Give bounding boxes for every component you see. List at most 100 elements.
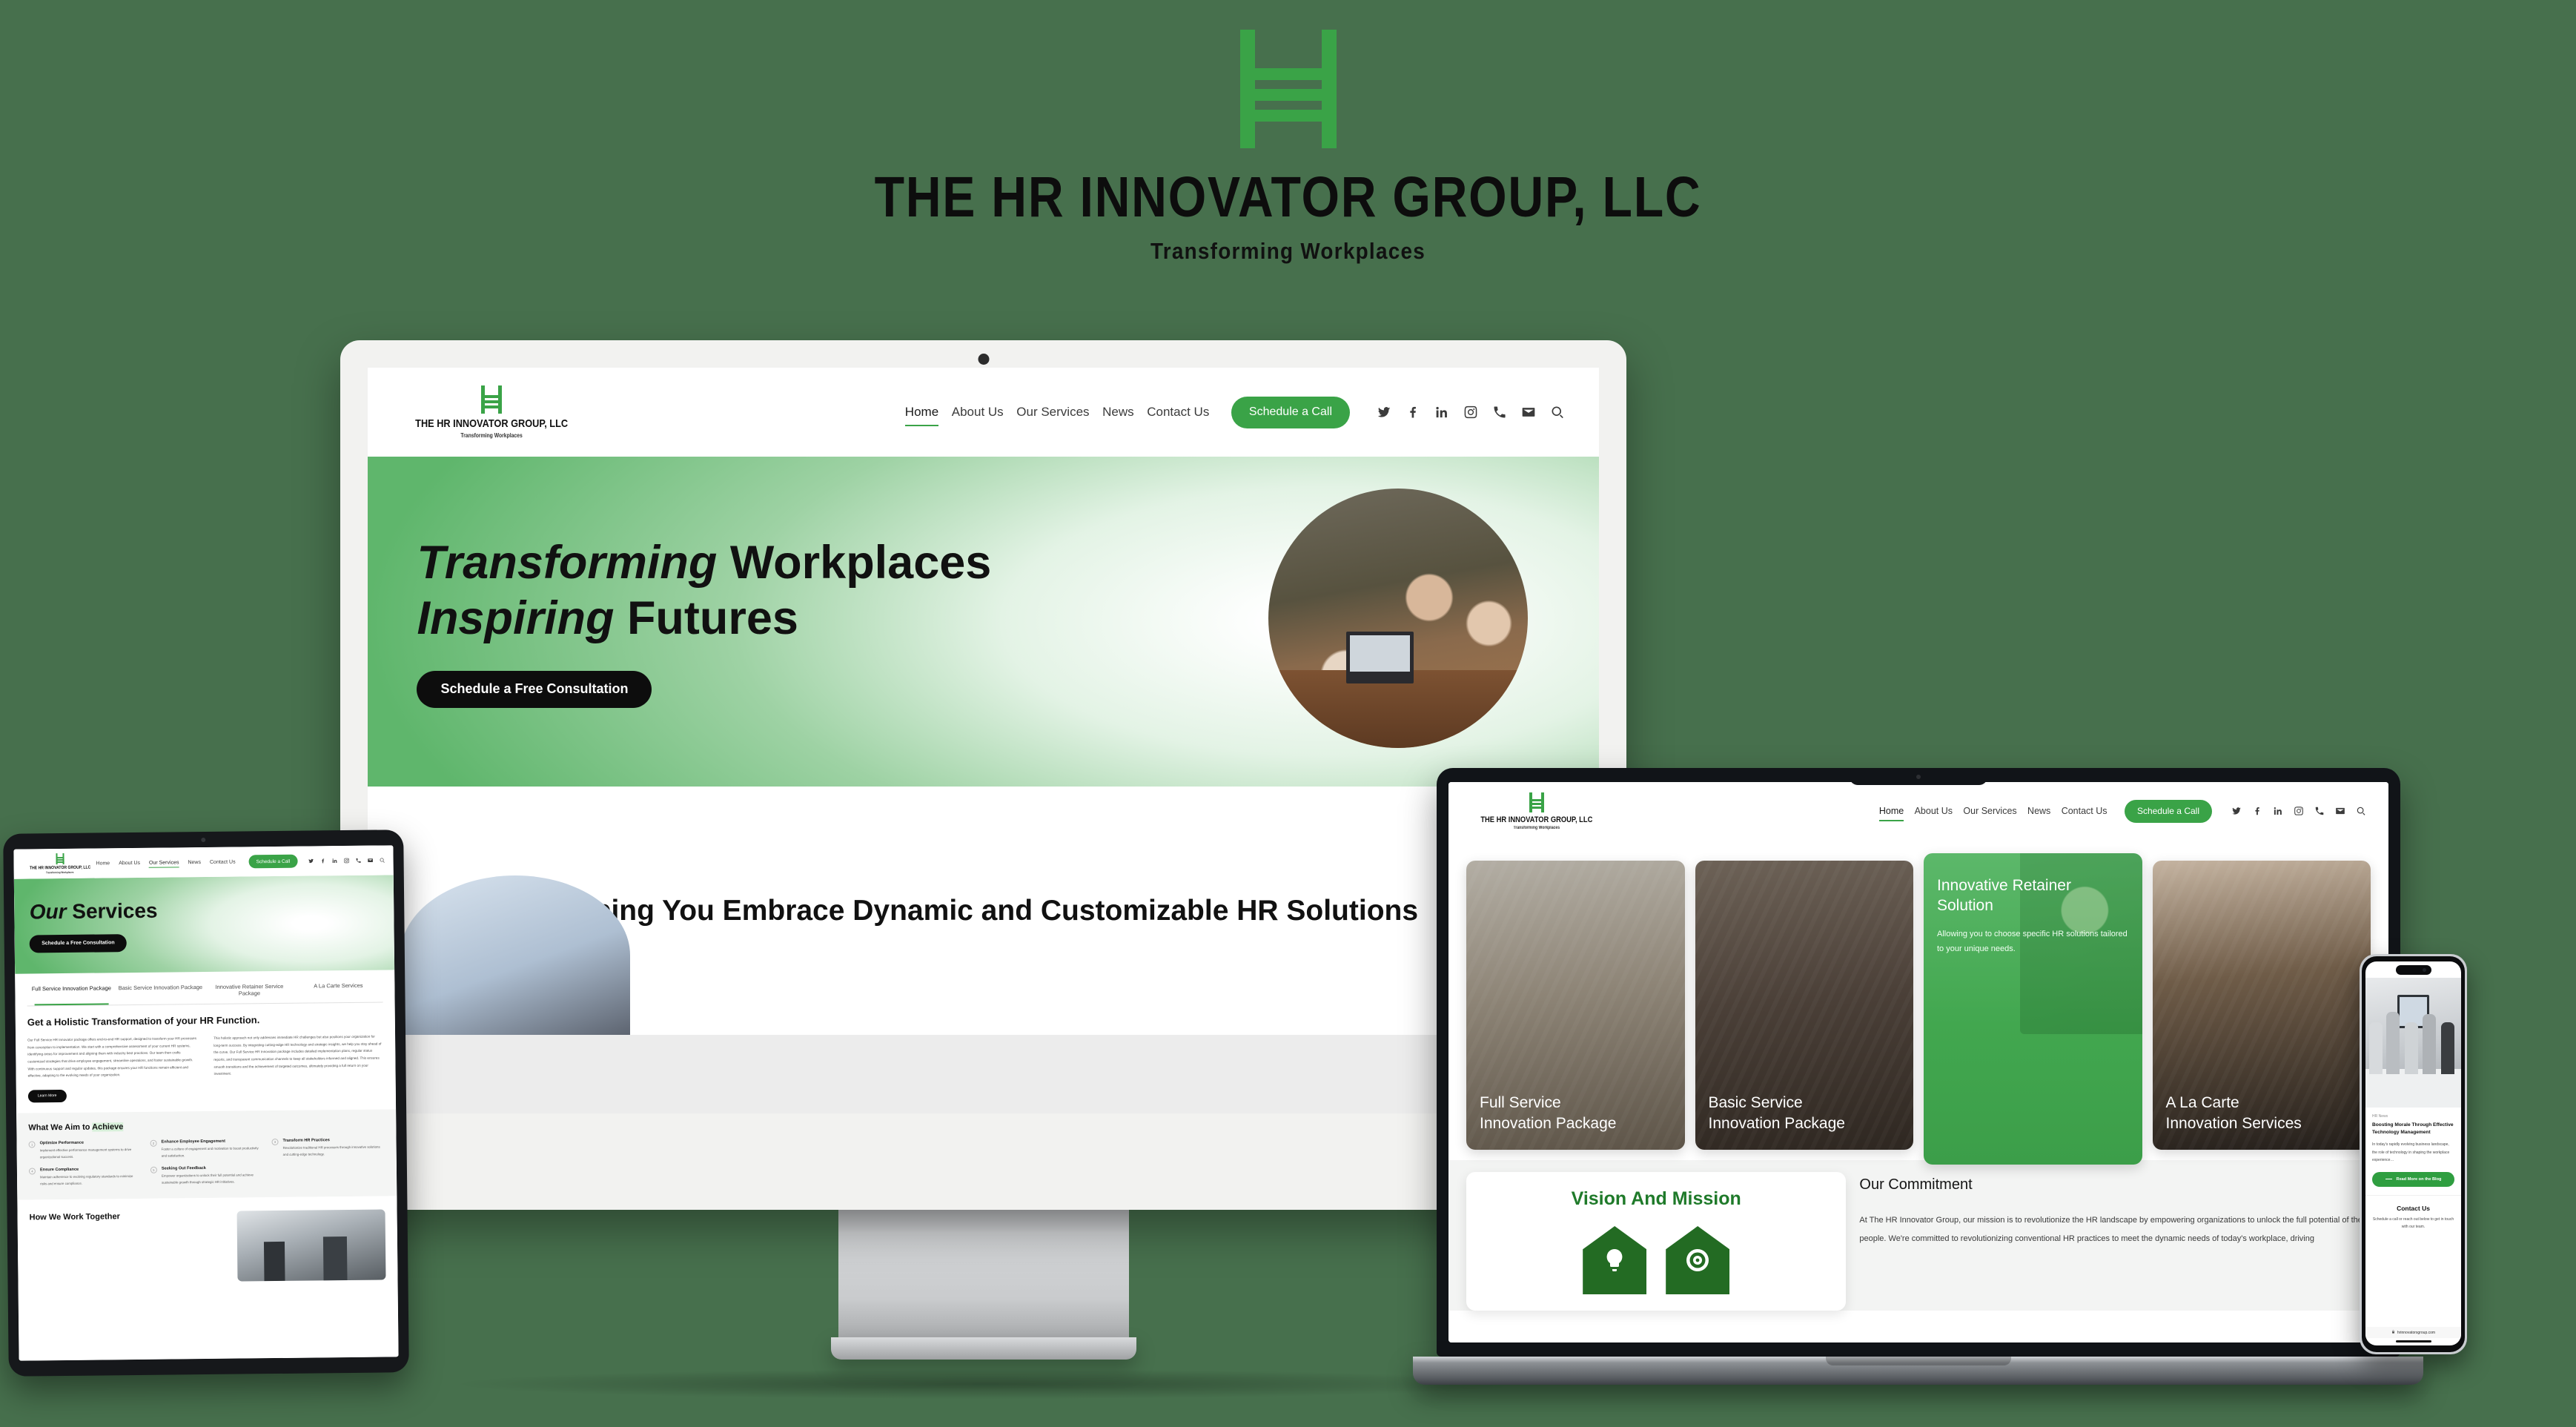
twitter-icon[interactable] — [1377, 405, 1391, 420]
tablet-hero-rest: Services — [66, 899, 158, 924]
aim-heading-highlight: Achieve — [92, 1122, 124, 1132]
email-icon[interactable] — [1521, 405, 1536, 420]
nav-item-about-us[interactable]: About Us — [119, 860, 140, 865]
linkedin-icon[interactable] — [2273, 806, 2283, 816]
how-we-work-heading: How We Work Together — [29, 1212, 120, 1222]
aim-item-number: 2 — [150, 1139, 157, 1147]
commitment-block: Our Commitment At The HR Innovator Group… — [1859, 1172, 2371, 1311]
service-card-title-line1: A La Carte — [2165, 1094, 2239, 1112]
lightbulb-icon — [1583, 1226, 1647, 1294]
nav-item-news[interactable]: News — [1102, 405, 1134, 420]
schedule-free-consultation-button[interactable]: Schedule a Free Consultation — [30, 933, 127, 953]
tablet-hero-italic: Our — [29, 900, 67, 924]
instagram-icon[interactable] — [343, 858, 349, 864]
news-headline: Boosting Morale Through Effective Techno… — [2372, 1122, 2454, 1136]
service-detail-column-left: Our Full Service HR Innovator package of… — [27, 1036, 197, 1078]
twitter-icon[interactable] — [2231, 806, 2242, 816]
email-icon[interactable] — [2335, 806, 2345, 816]
read-more-on-the-blog-button[interactable]: Read More on the Blog — [2372, 1171, 2454, 1187]
linkedin-icon[interactable] — [1434, 405, 1449, 420]
nav-item-contact-us[interactable]: Contact Us — [1147, 405, 1209, 420]
search-icon[interactable] — [2356, 806, 2366, 816]
service-card-description: Allowing you to choose specific HR solut… — [1937, 929, 2128, 953]
facebook-icon[interactable] — [1405, 405, 1420, 420]
site-logo[interactable]: THE HR INNOVATOR GROUP, LLC Transforming… — [402, 385, 581, 439]
browser-url-bar[interactable]: hrinnovatorsgroup.com — [2365, 1327, 2461, 1338]
url-text: hrinnovatorsgroup.com — [2397, 1330, 2436, 1335]
schedule-a-call-button[interactable]: Schedule a Call — [248, 854, 298, 869]
site-logo-tagline: Transforming Workplaces — [460, 432, 523, 439]
phone-icon[interactable] — [2314, 806, 2325, 816]
aim-item-title: Transform HR Practices — [282, 1138, 330, 1143]
search-icon[interactable] — [379, 857, 385, 863]
tablet-device-mockup: THE HR INNOVATOR GROUP, LLC Transforming… — [3, 830, 409, 1377]
twitter-icon[interactable] — [308, 858, 314, 864]
hero-headline-rest-2: Futures — [614, 592, 798, 644]
email-icon[interactable] — [367, 858, 373, 864]
nav-item-home[interactable]: Home — [1878, 806, 1904, 821]
phone-icon[interactable] — [1492, 405, 1507, 420]
nav-item-news[interactable]: News — [2027, 806, 2050, 816]
aim-item-number: 1 — [28, 1141, 36, 1148]
aim-item-title: Ensure Compliance — [39, 1168, 79, 1173]
tablet-nav-links: Home About Us Our Services News Contact … — [96, 854, 298, 870]
nav-item-news[interactable]: News — [188, 860, 201, 865]
tab-basic-service-innovation-package[interactable]: Basic Service Innovation Package — [116, 984, 205, 1004]
nav-item-our-services[interactable]: Our Services — [149, 860, 179, 865]
linkedin-icon[interactable] — [331, 858, 337, 864]
facebook-icon[interactable] — [2252, 806, 2262, 816]
social-icon-group — [2231, 806, 2366, 816]
site-logo[interactable]: THE HR INNOVATOR GROUP, LLC Transforming… — [24, 852, 96, 875]
service-card-a-la-carte[interactable]: A La Carte Innovation Services — [2152, 861, 2371, 1150]
brand-tagline: Transforming Workplaces — [1150, 238, 1426, 264]
nav-item-about-us[interactable]: About Us — [952, 405, 1004, 420]
hero-headline-italic-1: Transforming — [417, 537, 718, 589]
tablet-hero-headline: Our Services — [30, 898, 158, 924]
search-icon[interactable] — [1550, 405, 1565, 420]
schedule-a-call-button[interactable]: Schedule a Call — [2124, 799, 2212, 823]
schedule-free-consultation-button[interactable]: Schedule a Free Consultation — [417, 670, 652, 708]
nav-item-our-services[interactable]: Our Services — [1016, 405, 1089, 420]
service-card-innovative-retainer[interactable]: Innovative Retainer Solution Allowing yo… — [1924, 853, 2142, 1165]
schedule-a-call-button[interactable]: Schedule a Call — [1231, 396, 1350, 428]
learn-more-button[interactable]: Learn More — [27, 1089, 67, 1103]
service-detail-section: Get a Holistic Transformation of your HR… — [16, 1002, 396, 1103]
service-card-basic-service[interactable]: Basic Service Innovation Package — [1695, 861, 1913, 1150]
service-card-title-line1: Basic Service — [1708, 1094, 1803, 1112]
service-detail-column-right: This holistic approach not only addresse… — [213, 1034, 382, 1076]
tab-a-la-carte-services[interactable]: A La Carte Services — [294, 981, 383, 1002]
aim-item-description: Empower organizations to unlock their fu… — [161, 1173, 254, 1185]
dynamic-island-camera-icon — [2395, 965, 2431, 975]
nav-item-contact-us[interactable]: Contact Us — [2062, 806, 2108, 816]
aim-heading: What We Aim to Achieve — [28, 1119, 384, 1132]
webcam-icon — [978, 354, 989, 365]
nav-item-our-services[interactable]: Our Services — [1963, 806, 2016, 816]
ladder-h-logo-icon — [476, 385, 507, 414]
laptop-notch-camera-icon — [1850, 768, 1987, 785]
site-logo[interactable]: THE HR INNOVATOR GROUP, LLC Transforming… — [1471, 792, 1603, 830]
laptop-lid: THE HR INNOVATOR GROUP, LLC Transforming… — [1437, 768, 2400, 1357]
hero-photo — [1268, 489, 1528, 748]
nav-item-contact-us[interactable]: Contact Us — [210, 859, 236, 864]
phone-icon[interactable] — [355, 858, 361, 864]
instagram-icon[interactable] — [1463, 405, 1478, 420]
tab-innovative-retainer-service-package[interactable]: Innovative Retainer Service Package — [205, 983, 294, 1004]
nav-item-home[interactable]: Home — [96, 861, 110, 866]
nav-item-about-us[interactable]: About Us — [1915, 806, 1953, 816]
tablet-camera-icon — [201, 837, 206, 843]
vision-mission-card: Vision And Mission — [1466, 1172, 1847, 1311]
facebook-icon[interactable] — [319, 858, 325, 864]
aim-item: 2 Enhance Employee Engagement Foster a c… — [150, 1139, 261, 1159]
instagram-icon[interactable] — [2294, 806, 2304, 816]
aim-item-title: Optimize Performance — [39, 1140, 84, 1146]
aim-item-description: Revolutionize traditional HR processes t… — [282, 1145, 380, 1156]
aim-item: 3 Transform HR Practices Revolutionize t… — [271, 1137, 383, 1158]
desktop-solutions-band: Helping You Embrace Dynamic and Customiz… — [368, 787, 1599, 1035]
brand-title: THE HR INNOVATOR GROUP, LLC — [874, 165, 1702, 229]
aim-item-description: Foster a culture of engagement and motiv… — [161, 1146, 259, 1158]
aim-heading-plain: What We Aim to — [28, 1122, 93, 1133]
nav-item-home[interactable]: Home — [904, 405, 939, 427]
tab-full-service-innovation-package[interactable]: Full Service Innovation Package — [27, 984, 116, 1005]
service-card-full-service[interactable]: Full Service Innovation Package — [1466, 861, 1685, 1150]
contact-heading: Contact Us — [2397, 1204, 2430, 1212]
